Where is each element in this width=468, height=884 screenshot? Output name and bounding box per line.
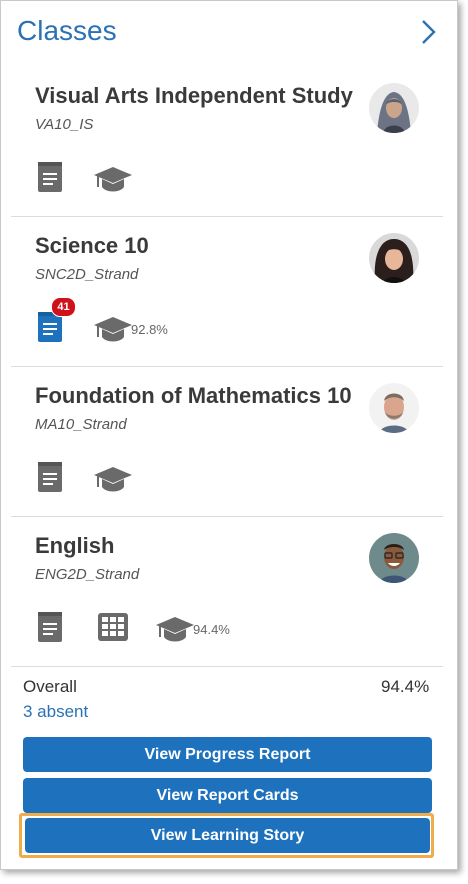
page-title: Classes — [17, 15, 117, 46]
document-icon[interactable] — [37, 611, 63, 643]
class-code: SNC2D_Strand — [35, 266, 139, 283]
overall-percent: 94.4% — [381, 677, 430, 696]
view-report-cards-button[interactable]: View Report Cards — [23, 778, 432, 813]
class-name: Foundation of Mathematics 10 — [35, 383, 352, 408]
class-code: ENG2D_Strand — [35, 566, 140, 583]
graduation-cap-icon[interactable] — [93, 165, 133, 195]
teacher-avatar — [369, 533, 419, 583]
panel-header: Classes — [1, 1, 457, 67]
classes-panel: Classes Visual Arts Independent Study VA… — [0, 0, 458, 870]
absent-link[interactable]: 3 absent — [23, 702, 88, 722]
class-card-math[interactable]: Foundation of Mathematics 10 MA10_Strand — [11, 367, 443, 517]
class-code: MA10_Strand — [35, 416, 127, 433]
class-card-english[interactable]: English ENG2D_Strand 94.4% — [11, 517, 443, 667]
teacher-avatar — [369, 383, 419, 433]
class-name: Visual Arts Independent Study — [35, 83, 353, 108]
graduation-cap-icon[interactable] — [93, 465, 133, 495]
grade-percent: 94.4% — [193, 622, 230, 637]
teacher-avatar — [369, 83, 419, 133]
view-progress-report-button[interactable]: View Progress Report — [23, 737, 432, 772]
overall-label: Overall — [23, 677, 77, 696]
chevron-right-icon[interactable] — [418, 17, 440, 47]
class-name: Science 10 — [35, 233, 149, 258]
document-icon[interactable] — [37, 461, 63, 493]
class-name: English — [35, 533, 115, 558]
class-code: VA10_IS — [35, 116, 94, 133]
card-divider — [11, 666, 443, 667]
view-learning-story-button[interactable]: View Learning Story — [25, 818, 430, 853]
class-card-visual-arts[interactable]: Visual Arts Independent Study VA10_IS — [11, 67, 443, 217]
grade-percent: 92.8% — [131, 322, 168, 337]
document-icon[interactable] — [37, 161, 63, 193]
graduation-cap-icon[interactable] — [93, 315, 133, 345]
grid-icon[interactable] — [97, 612, 129, 642]
notification-badge: 41 — [51, 297, 76, 317]
graduation-cap-icon[interactable] — [155, 615, 195, 645]
teacher-avatar — [369, 233, 419, 283]
class-card-science[interactable]: Science 10 SNC2D_Strand 41 92.8% — [11, 217, 443, 367]
